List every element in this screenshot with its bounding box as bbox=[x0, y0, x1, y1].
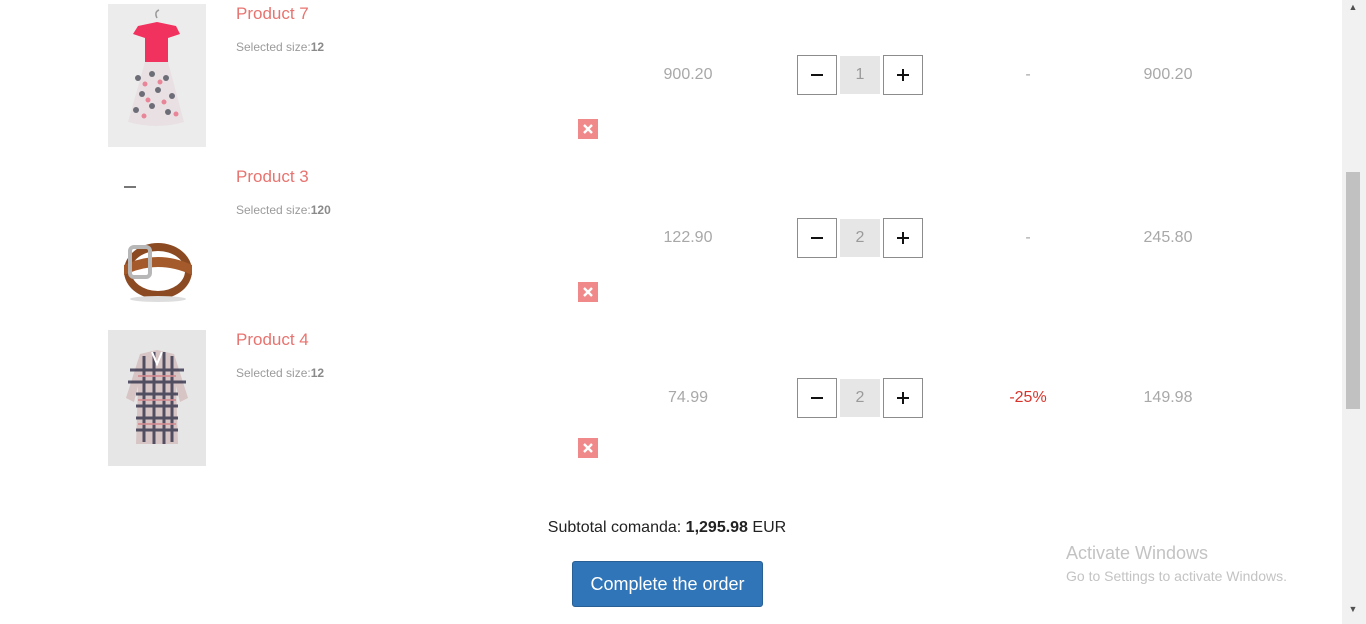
minus-icon bbox=[811, 397, 823, 399]
line-total: 149.98 bbox=[1143, 389, 1193, 406]
product-image-dress[interactable] bbox=[108, 4, 206, 147]
product-name-link[interactable]: Product 4 bbox=[236, 330, 309, 350]
vertical-scrollbar[interactable]: ▲ ▼ bbox=[1342, 0, 1366, 624]
close-icon bbox=[583, 124, 593, 134]
discount-value: -25% bbox=[1009, 389, 1047, 406]
plus-icon bbox=[897, 232, 909, 244]
increase-quantity-button[interactable] bbox=[883, 55, 923, 95]
line-total: 245.80 bbox=[1143, 229, 1193, 246]
selected-size-label: Selected size: bbox=[236, 203, 311, 217]
subtotal-value: 1,295.98 bbox=[685, 519, 748, 536]
remove-item-button[interactable] bbox=[578, 119, 598, 139]
shirt-image bbox=[108, 330, 206, 466]
below-fold-content bbox=[108, 618, 1338, 624]
subtotal-currency: EUR bbox=[752, 519, 787, 536]
order-subtotal: Subtotal comanda: 1,295.98 EUR bbox=[450, 519, 884, 537]
selected-size-label: Selected size: bbox=[236, 40, 311, 54]
selected-size-value: 120 bbox=[310, 203, 331, 217]
activate-windows-subtitle: Go to Settings to activate Windows. bbox=[1066, 568, 1287, 584]
selected-size: Selected size:12 bbox=[236, 366, 324, 380]
selected-size: Selected size:12 bbox=[236, 40, 324, 54]
cart-row: Product 7 Selected size:12 900.20 1 - 90… bbox=[0, 0, 1340, 160]
quantity-value[interactable]: 2 bbox=[840, 379, 880, 417]
decrease-quantity-button[interactable] bbox=[797, 218, 837, 258]
decrease-quantity-button[interactable] bbox=[797, 378, 837, 418]
increase-quantity-button[interactable] bbox=[883, 218, 923, 258]
discount-value: - bbox=[1025, 229, 1031, 246]
product-name-link[interactable]: Product 3 bbox=[236, 167, 309, 187]
dress-image bbox=[108, 4, 206, 147]
line-total: 900.20 bbox=[1143, 66, 1193, 83]
quantity-stepper: 2 bbox=[797, 218, 923, 258]
plus-icon bbox=[897, 69, 909, 81]
decrease-quantity-button[interactable] bbox=[797, 55, 837, 95]
belt-image bbox=[108, 167, 206, 310]
product-name-link[interactable]: Product 7 bbox=[236, 4, 309, 24]
selected-size-label: Selected size: bbox=[236, 366, 311, 380]
plus-icon bbox=[897, 392, 909, 404]
cart-row: Product 4 Selected size:12 74.99 2 -25% … bbox=[0, 320, 1340, 480]
activate-windows-title: Activate Windows bbox=[1066, 543, 1209, 563]
unit-price: 74.99 bbox=[667, 389, 709, 406]
increase-quantity-button[interactable] bbox=[883, 378, 923, 418]
quantity-stepper: 2 bbox=[797, 378, 923, 418]
discount-value: - bbox=[1025, 66, 1031, 83]
unit-price: 122.90 bbox=[663, 229, 713, 246]
scrollbar-thumb[interactable] bbox=[1346, 172, 1360, 409]
quantity-value[interactable]: 1 bbox=[840, 56, 880, 94]
close-icon bbox=[583, 287, 593, 297]
cart-page: Product 7 Selected size:12 900.20 1 - 90… bbox=[0, 0, 1366, 624]
minus-icon bbox=[811, 74, 823, 76]
minus-icon bbox=[811, 237, 823, 239]
complete-order-button[interactable]: Complete the order bbox=[572, 561, 763, 607]
selected-size-value: 12 bbox=[310, 366, 325, 380]
quantity-stepper: 1 bbox=[797, 55, 923, 95]
unit-price: 900.20 bbox=[663, 66, 713, 83]
quantity-value[interactable]: 2 bbox=[840, 219, 880, 257]
close-icon bbox=[583, 443, 593, 453]
product-image-shirt[interactable] bbox=[108, 330, 206, 466]
cart-row: Product 3 Selected size:120 122.90 2 - 2… bbox=[0, 160, 1340, 320]
selected-size-value: 12 bbox=[310, 40, 325, 54]
scroll-down-arrow-icon[interactable]: ▼ bbox=[1347, 604, 1359, 614]
selected-size: Selected size:120 bbox=[236, 203, 331, 217]
scroll-up-arrow-icon[interactable]: ▲ bbox=[1347, 2, 1359, 12]
subtotal-label: Subtotal comanda: bbox=[547, 519, 682, 536]
remove-item-button[interactable] bbox=[578, 282, 598, 302]
product-image-belt[interactable] bbox=[108, 167, 206, 310]
remove-item-button[interactable] bbox=[578, 438, 598, 458]
